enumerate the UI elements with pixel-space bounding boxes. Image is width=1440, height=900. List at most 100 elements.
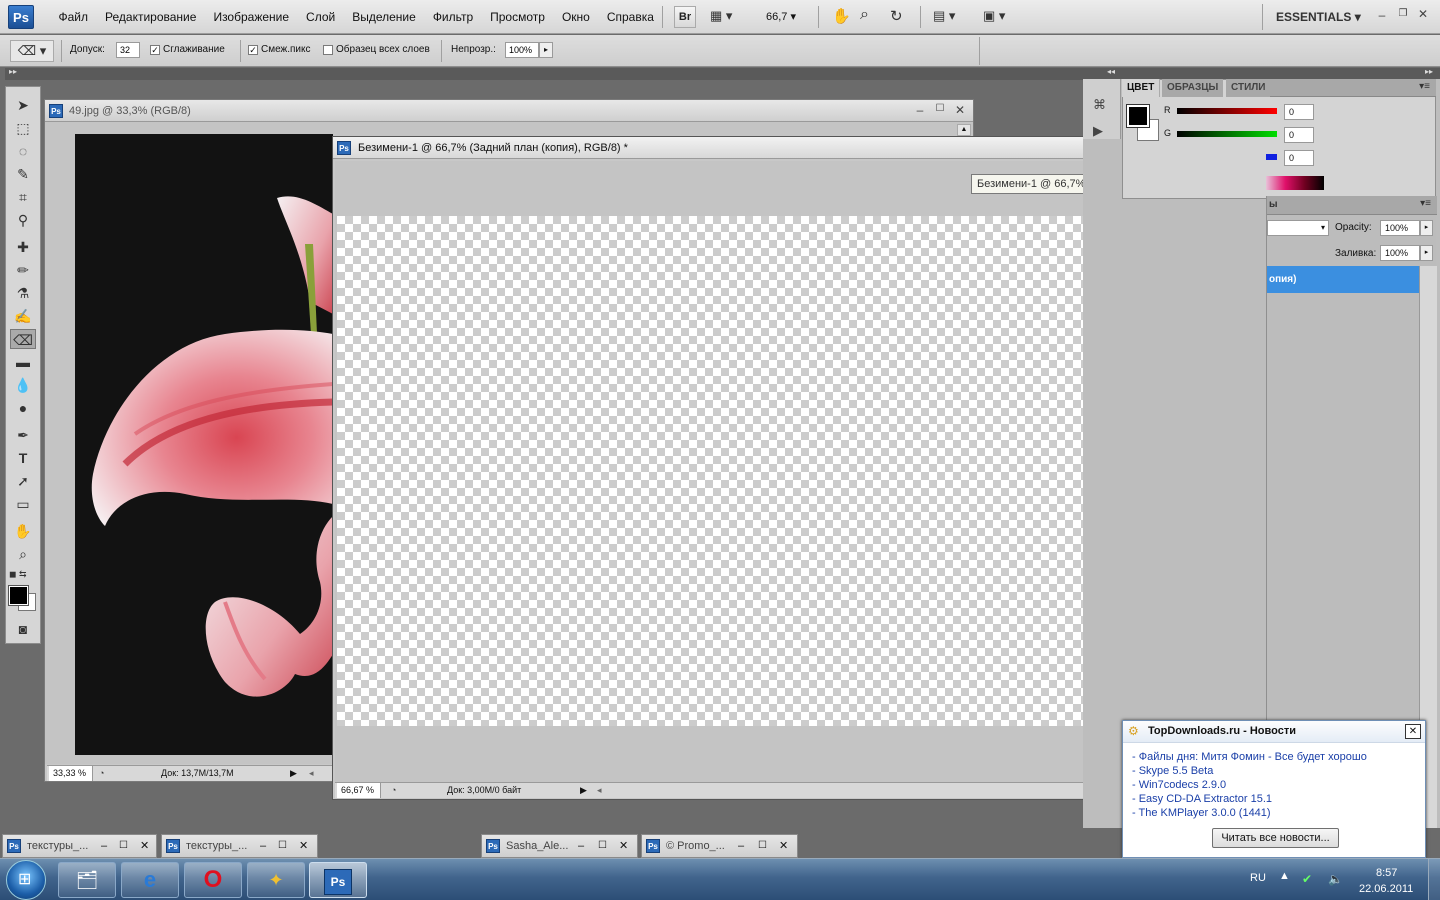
- tab-color[interactable]: ЦВЕТ: [1122, 79, 1161, 97]
- antialias-checkbox[interactable]: ✓: [150, 45, 160, 55]
- clock-date[interactable]: 22.06.2011: [1359, 883, 1413, 895]
- layer-opacity-arrow-icon[interactable]: ▸: [1420, 220, 1433, 236]
- start-button[interactable]: ⊞: [6, 860, 46, 900]
- rotate-view-icon[interactable]: ↻: [890, 7, 903, 25]
- menu-layer[interactable]: Слой: [298, 10, 344, 24]
- minimized-doc-4[interactable]: Ps © Promo_... – ☐ ✕: [641, 834, 798, 858]
- zoom-level-select[interactable]: 66,7 ▾: [766, 10, 796, 23]
- doc-minimize-icon[interactable]: –: [911, 103, 929, 117]
- tray-expand-icon[interactable]: ▲: [1279, 870, 1290, 882]
- doc2-status-menu-arrow-icon[interactable]: ▶: [580, 783, 587, 798]
- r-slider[interactable]: [1177, 108, 1277, 114]
- minimized-close-icon[interactable]: ✕: [140, 835, 149, 857]
- bridge-button[interactable]: Br: [674, 6, 696, 28]
- minimized-minimize-icon[interactable]: –: [260, 835, 266, 857]
- news-item[interactable]: - The KMPlayer 3.0.0 (1441): [1132, 806, 1367, 820]
- menu-image[interactable]: Изображение: [205, 10, 298, 24]
- lily-photo[interactable]: [75, 134, 333, 755]
- g-value-input[interactable]: 0: [1284, 127, 1314, 143]
- minimized-minimize-icon[interactable]: –: [101, 835, 107, 857]
- marquee-tool-icon[interactable]: ⬚: [10, 118, 36, 138]
- tab-styles[interactable]: СТИЛИ: [1226, 79, 1271, 97]
- arrange-documents-icon[interactable]: ▤ ▾: [933, 8, 955, 24]
- layer-fill-input[interactable]: 100%: [1380, 245, 1420, 261]
- tab-layers[interactable]: ы: [1269, 199, 1278, 210]
- menu-select[interactable]: Выделение: [344, 10, 425, 24]
- blend-mode-select[interactable]: ▾: [1267, 220, 1329, 236]
- news-item[interactable]: - Skype 5.5 Beta: [1132, 764, 1367, 778]
- minimized-close-icon[interactable]: ✕: [779, 835, 788, 857]
- taskbar-ie-icon[interactable]: e: [121, 862, 179, 898]
- default-colors-icon[interactable]: ◼ ⇆: [9, 569, 27, 580]
- doc2-zoom-field[interactable]: 66,67 %: [337, 783, 381, 798]
- tab-swatches[interactable]: ОБРАЗЦЫ: [1162, 79, 1224, 97]
- actions-panel-icon[interactable]: ▶: [1093, 123, 1103, 139]
- workspace-switcher[interactable]: ESSENTIALS ▾: [1276, 10, 1361, 24]
- foreground-color-swatch[interactable]: [8, 585, 29, 606]
- doc1-scroll-up-icon[interactable]: ▲: [957, 124, 971, 136]
- taskbar-app-icon[interactable]: ✦: [247, 862, 305, 898]
- all-layers-checkbox[interactable]: [323, 45, 333, 55]
- menu-edit[interactable]: Редактирование: [97, 10, 205, 24]
- eyedropper-tool-icon[interactable]: ⚲: [10, 210, 36, 230]
- panel-menu-icon[interactable]: ▾≡: [1419, 81, 1430, 92]
- hand-tool-icon[interactable]: ✋: [832, 7, 851, 25]
- minimized-doc-3[interactable]: Ps Sasha_Ale... – ☐ ✕: [481, 834, 638, 858]
- doc2-scroll-left-icon[interactable]: ◂: [597, 783, 602, 798]
- menu-view[interactable]: Просмотр: [482, 10, 554, 24]
- zoom-tool-icon[interactable]: ⌕: [10, 544, 36, 564]
- minimized-doc-2[interactable]: Ps текстуры_... – ☐ ✕: [161, 834, 318, 858]
- show-desktop-button[interactable]: [1428, 859, 1440, 900]
- volume-tray-icon[interactable]: 🔈: [1328, 872, 1343, 886]
- expand-arrows-icon[interactable]: ▸▸: [9, 67, 17, 76]
- b-slider[interactable]: [1266, 154, 1277, 160]
- minimized-restore-icon[interactable]: ☐: [598, 835, 607, 857]
- menu-window[interactable]: Окно: [553, 10, 598, 24]
- r-value-input[interactable]: 0: [1284, 104, 1314, 120]
- dodge-tool-icon[interactable]: ●: [10, 398, 36, 418]
- screen-mode-icon[interactable]: ▣ ▾: [983, 8, 1005, 24]
- language-indicator[interactable]: RU: [1250, 872, 1266, 884]
- color-fg-swatch[interactable]: [1126, 104, 1150, 128]
- tolerance-input[interactable]: 32: [116, 42, 140, 58]
- b-value-input[interactable]: 0: [1284, 150, 1314, 166]
- hand-tool-icon[interactable]: ✋: [10, 521, 36, 541]
- doc-maximize-icon[interactable]: ☐: [931, 103, 949, 114]
- type-tool-icon[interactable]: T: [10, 448, 36, 468]
- pen-tool-icon[interactable]: ✒: [10, 425, 36, 445]
- opacity-input[interactable]: 100%: [505, 42, 539, 58]
- blur-tool-icon[interactable]: 💧: [10, 375, 36, 395]
- opacity-slider-arrow-icon[interactable]: ▸: [539, 42, 553, 58]
- read-all-news-button[interactable]: Читать все новости...: [1212, 828, 1339, 848]
- dock-collapse-icon[interactable]: ◂◂: [1107, 67, 1115, 76]
- minimized-close-icon[interactable]: ✕: [299, 835, 308, 857]
- doc1-scroll-left-icon[interactable]: ◂: [309, 766, 314, 781]
- news-item[interactable]: - Win7codecs 2.9.0: [1132, 778, 1367, 792]
- news-item[interactable]: - Easy CD-DA Extractor 15.1: [1132, 792, 1367, 806]
- move-tool-icon[interactable]: ➤: [10, 95, 36, 115]
- brush-tool-icon[interactable]: ✏: [10, 260, 36, 280]
- path-selection-tool-icon[interactable]: ➚: [10, 471, 36, 491]
- gradient-tool-icon[interactable]: ▬: [10, 352, 36, 372]
- layer-fill-arrow-icon[interactable]: ▸: [1420, 245, 1433, 261]
- dock-expand-icon[interactable]: ▸▸: [1425, 67, 1433, 76]
- layer-opacity-input[interactable]: 100%: [1380, 220, 1420, 236]
- shape-tool-icon[interactable]: ▭: [10, 494, 36, 514]
- news-close-icon[interactable]: ✕: [1405, 724, 1421, 739]
- history-brush-tool-icon[interactable]: ✍: [10, 306, 36, 326]
- quick-mask-icon[interactable]: ◙: [10, 619, 36, 639]
- doc1-status-menu-arrow-icon[interactable]: ▶: [290, 766, 297, 781]
- zoom-tool-icon[interactable]: ⌕: [860, 6, 869, 24]
- app-close-icon[interactable]: ✕: [1414, 7, 1432, 21]
- network-tray-icon[interactable]: ✔: [1302, 872, 1312, 886]
- minimized-doc-1[interactable]: Ps текстуры_... – ☐ ✕: [2, 834, 157, 858]
- taskbar-opera-icon[interactable]: O: [184, 862, 242, 898]
- clone-stamp-tool-icon[interactable]: ⚗: [10, 283, 36, 303]
- taskbar-photoshop-icon[interactable]: Ps: [309, 862, 367, 898]
- color-ramp[interactable]: [1266, 176, 1324, 190]
- eraser-tool-icon[interactable]: ⌫: [10, 329, 36, 349]
- history-panel-icon[interactable]: ⌘: [1093, 97, 1106, 113]
- app-restore-icon[interactable]: ❐: [1394, 8, 1412, 19]
- contiguous-checkbox[interactable]: ✓: [248, 45, 258, 55]
- tool-preset-picker[interactable]: ⌫ ▾: [10, 40, 54, 62]
